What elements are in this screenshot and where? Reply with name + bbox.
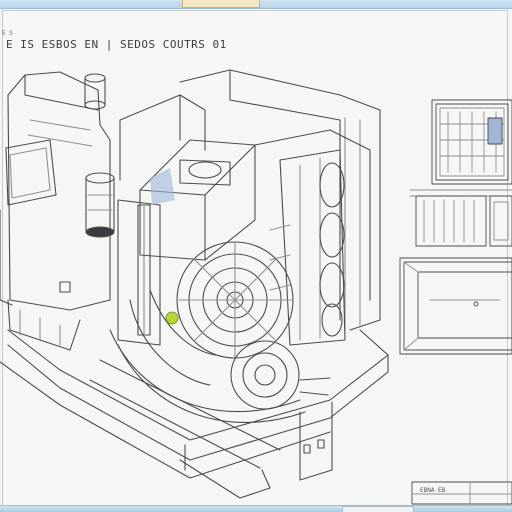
detail-section-view xyxy=(399,257,512,355)
blue-tint-panel xyxy=(150,168,175,205)
central-rod xyxy=(117,199,161,346)
detail-elevation-view xyxy=(409,189,512,247)
detail-plan-view xyxy=(431,99,512,185)
green-indicator xyxy=(165,311,179,325)
motor-housing xyxy=(119,94,256,261)
left-housing xyxy=(0,71,111,351)
turbine-wheel xyxy=(176,241,331,410)
technical-drawing xyxy=(0,69,512,505)
window-status-bar xyxy=(0,505,512,512)
footer-tab[interactable] xyxy=(342,506,414,512)
title-block-label: EBNA EB xyxy=(420,487,446,494)
coil-stack xyxy=(269,149,346,346)
